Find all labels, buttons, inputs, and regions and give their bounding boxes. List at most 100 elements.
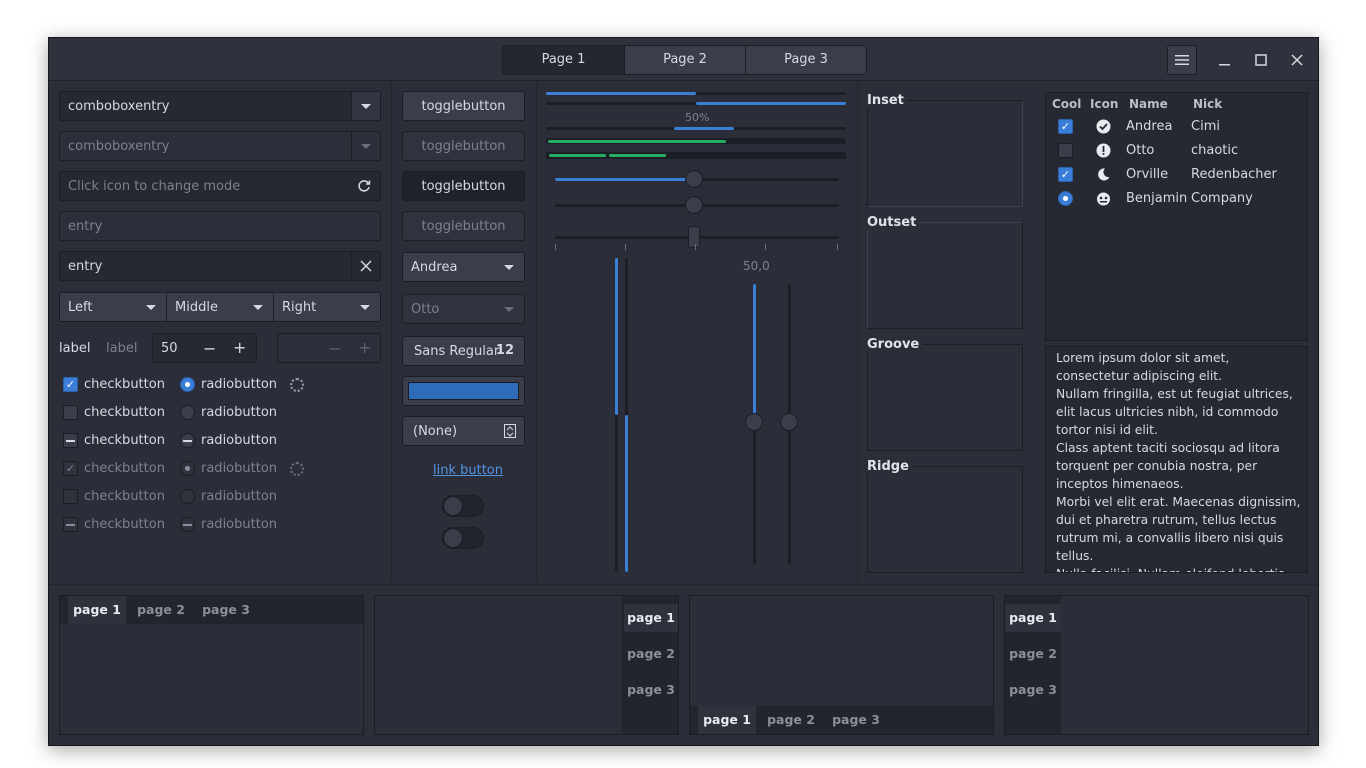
menu-button[interactable] [1167,45,1197,75]
frame-groove [867,344,1023,451]
togglebutton-4: togglebutton [402,211,525,241]
radiobutton-3-label[interactable]: radiobutton [201,433,277,448]
text-line-1: Lorem ipsum dolor sit amet, consectetur … [1056,351,1230,383]
stack-tab-page-3[interactable]: Page 3 [745,46,866,74]
checkbutton-3-label[interactable]: checkbutton [84,433,165,448]
file-chooser-label: (None) [413,423,458,439]
radiobutton-2-label[interactable]: radiobutton [201,405,277,420]
notebook-left-tab-2[interactable]: page 2 [1005,640,1061,668]
radiobutton-1-label[interactable]: radiobutton [201,377,277,392]
vscale-1-knob[interactable] [745,413,763,431]
vprogress-1-fill [615,258,618,415]
notebook-left-tab-3[interactable]: page 3 [1005,676,1061,704]
switch-1[interactable] [442,495,484,517]
separator [49,584,1318,585]
notebook-top-tab-1[interactable]: page 1 [68,596,126,624]
font-button[interactable]: Sans Regular 12 [402,336,525,366]
maximize-button[interactable] [1251,50,1271,70]
progress-label: 50% [685,111,710,124]
vscale-2-knob[interactable] [780,413,798,431]
checkbutton-6-label: checkbutton [84,517,165,532]
combo-otto: Otto [402,294,525,324]
checkbutton-3-box[interactable] [63,433,78,448]
radiobutton-3-circle[interactable] [180,433,195,448]
frame-groove-label: Groove [867,337,923,352]
chevron-down-icon [361,143,371,149]
notebook-top-tab-3[interactable]: page 3 [197,596,255,624]
seg-left-combo[interactable]: Left [59,292,167,322]
notebook-right-tab-2[interactable]: page 2 [624,640,678,668]
moon-icon [1098,168,1110,181]
comboboxentry-2-text: comboboxentry [68,138,170,154]
scale-tick [837,244,838,250]
radiobutton-2-circle[interactable] [180,405,195,420]
close-icon [1291,54,1303,66]
plus-icon[interactable]: + [233,338,246,357]
combo-andrea[interactable]: Andrea [402,252,525,282]
radiobutton-1-circle[interactable] [180,377,195,392]
notebook-right-tab-3[interactable]: page 3 [624,676,678,704]
tree-view[interactable]: Cool Icon Name Nick ✓ Andrea Cimi Otto c… [1045,92,1308,341]
text-line-5: Nulla facilisi. Nullam eleifend lobortis… [1056,565,1305,572]
seg-right-combo[interactable]: Right [273,292,381,322]
spinbutton[interactable]: 50 − + [152,333,257,363]
row-3-cool-check[interactable]: ✓ [1058,167,1073,182]
notebook-bottom-tab-1[interactable]: page 1 [698,706,756,734]
mode-entry[interactable]: Click icon to change mode [59,171,381,201]
file-chooser-button[interactable]: (None) [402,416,525,446]
column-header-name[interactable]: Name [1129,93,1168,115]
vprogress-2-fill [625,415,628,572]
maximize-icon [1255,54,1267,66]
row-1-cool-check[interactable]: ✓ [1058,119,1073,134]
togglebutton-3[interactable]: togglebutton [402,171,525,201]
notebook-bottom-tab-3[interactable]: page 3 [827,706,885,734]
stack-tab-page-1[interactable]: Page 1 [503,46,624,74]
text-view[interactable]: Lorem ipsum dolor sit amet, consectetur … [1045,346,1308,573]
checkbutton-6-box [63,517,78,532]
color-button[interactable] [402,376,525,406]
notebook-top-tab-2[interactable]: page 2 [132,596,190,624]
column-header-nick[interactable]: Nick [1193,93,1222,115]
row-2-nick: chaotic [1191,143,1239,158]
chevron-down-icon [146,305,156,310]
seg-middle-label: Middle [175,299,218,315]
hscale-2-knob[interactable] [685,196,703,214]
file-stack-icon [504,424,516,438]
stack-tab-page-2[interactable]: Page 2 [624,46,745,74]
refresh-icon[interactable] [357,179,371,193]
notebook-left-tab-1[interactable]: page 1 [1005,604,1061,632]
combo-andrea-label: Andrea [411,259,458,275]
entry-clearable[interactable]: entry [59,251,381,281]
scale-tick [695,244,696,250]
row-2-cool-check[interactable] [1058,143,1073,158]
checkbutton-1-box[interactable]: ✓ [63,377,78,392]
togglebutton-1[interactable]: togglebutton [402,91,525,121]
clear-entry-button[interactable] [351,252,380,280]
vscale-value: 50,0 [743,259,770,273]
plus-icon: + [358,338,372,357]
togglebutton-2: togglebutton [402,131,525,161]
column-header-icon[interactable]: Icon [1090,93,1118,115]
checkbutton-2-box[interactable] [63,405,78,420]
notebook-bottom-tab-2[interactable]: page 2 [762,706,820,734]
column-header-cool[interactable]: Cool [1052,93,1081,115]
comboboxentry-1[interactable]: comboboxentry [59,91,381,121]
switch-2[interactable] [442,527,484,549]
seg-left-label: Left [68,299,93,315]
radiobutton-6-label: radiobutton [201,517,278,532]
hscale-3-knob[interactable] [688,226,700,248]
checkbutton-2-label[interactable]: checkbutton [84,405,165,420]
seg-middle-combo[interactable]: Middle [166,292,274,322]
link-button[interactable]: link button [433,463,503,478]
close-button[interactable] [1287,50,1307,70]
chevron-down-icon [504,265,514,270]
comboboxentry-1-arrow[interactable] [351,92,380,120]
checkbutton-1-label[interactable]: checkbutton [84,377,165,392]
notebook-right-tab-1[interactable]: page 1 [624,604,678,632]
minus-icon[interactable]: − [203,339,216,358]
hscale-1-knob[interactable] [685,170,703,188]
frame-inset [867,100,1023,207]
comboboxentry-2: comboboxentry [59,131,381,161]
row-4-cool-radio[interactable] [1058,191,1073,206]
minimize-button[interactable] [1215,50,1235,70]
